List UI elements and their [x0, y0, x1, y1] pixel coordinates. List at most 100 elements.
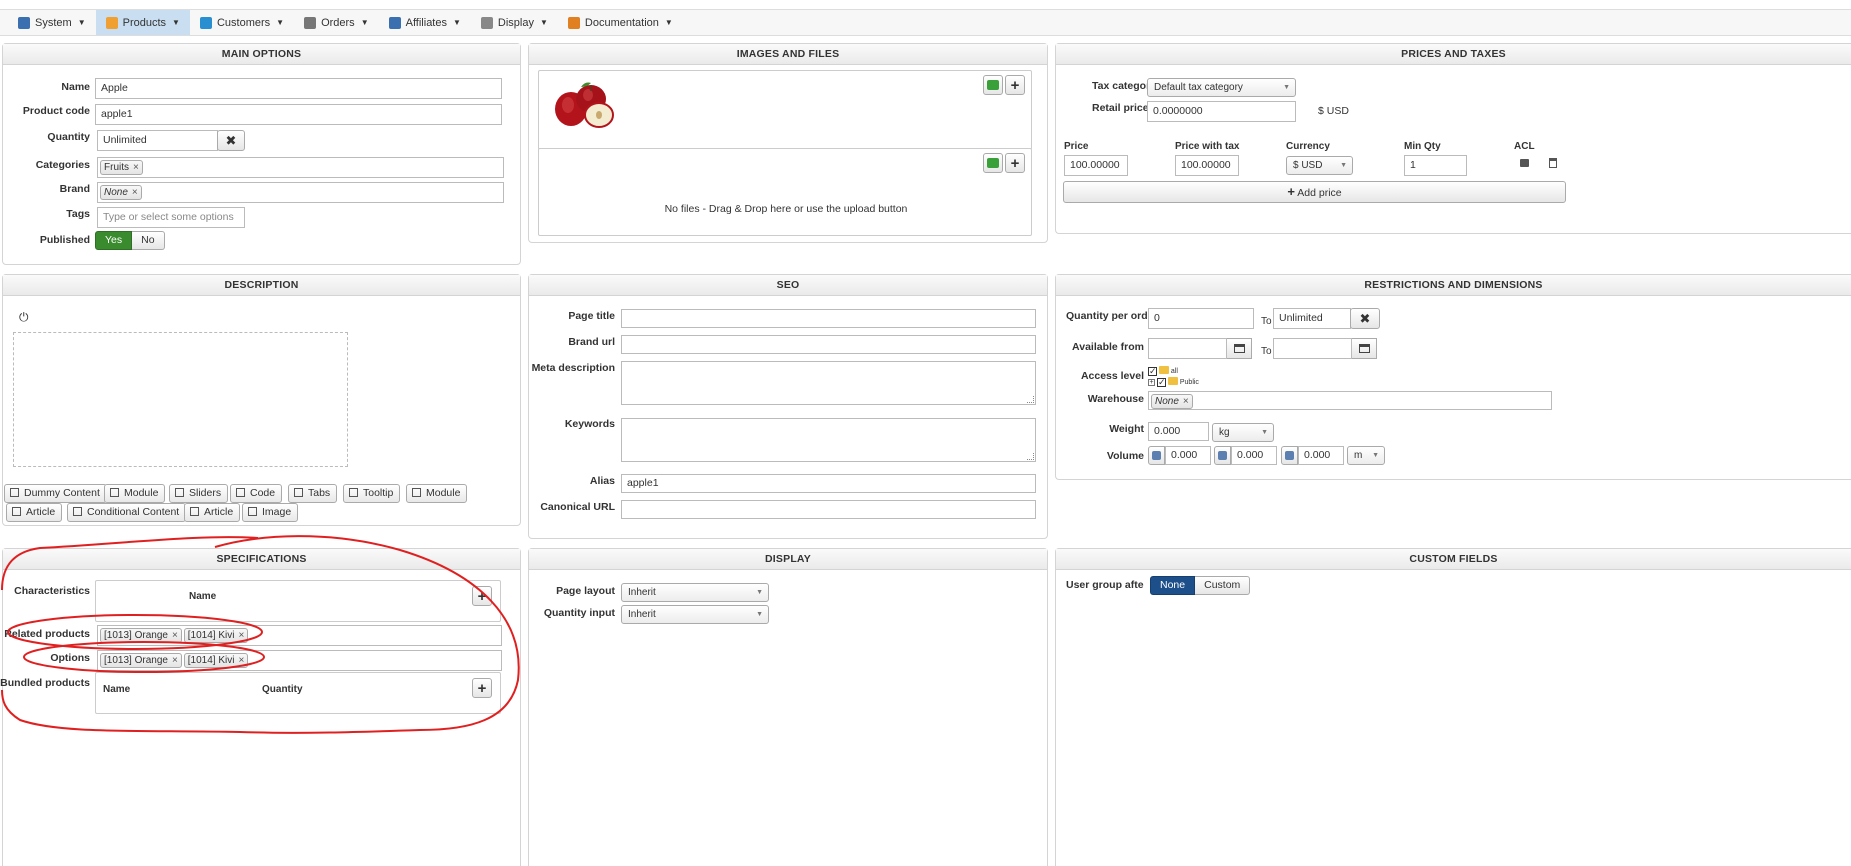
quantity-label: Quantity — [47, 131, 90, 143]
checkbox-public[interactable]: ✓ — [1156, 378, 1166, 387]
quantity-input-select[interactable]: Inherit ▼ — [621, 605, 769, 624]
caret-down-icon: ▼ — [539, 18, 548, 27]
add-price-button[interactable]: + Add price — [1063, 181, 1566, 203]
expand-icon[interactable]: + — [1148, 379, 1155, 386]
weight-unit-select[interactable]: kg ▼ — [1212, 423, 1274, 442]
available-from-input[interactable] — [1148, 338, 1227, 359]
tag-label: None — [1155, 396, 1179, 407]
page-layout-select[interactable]: Inherit ▼ — [621, 583, 769, 602]
keywords-textarea[interactable] — [621, 418, 1036, 462]
editor-tool-button[interactable]: Tooltip — [343, 484, 401, 503]
volume-x-button[interactable] — [1148, 446, 1165, 465]
tax-category-select[interactable]: Default tax category ▼ — [1147, 78, 1296, 97]
caret-down-icon: ▼ — [172, 18, 180, 27]
trash-icon[interactable] — [1549, 158, 1557, 168]
qty-per-order-from-input[interactable]: 0 — [1148, 308, 1254, 329]
user-group-none-button[interactable]: None — [1150, 576, 1196, 595]
volume-y-input[interactable]: 0.000 — [1231, 446, 1277, 465]
custom-fields-title: CUSTOM FIELDS — [1056, 549, 1851, 570]
tool-icon — [236, 488, 245, 497]
quantity-clear-button[interactable]: ✖ — [217, 130, 245, 151]
min-qty-input[interactable]: 1 — [1404, 155, 1467, 176]
tag-chip[interactable]: None × — [1151, 394, 1193, 409]
acl-col-header: ACL — [1514, 141, 1535, 152]
add-file-button[interactable]: + — [1005, 153, 1025, 173]
quantity-input[interactable]: Unlimited — [97, 130, 218, 151]
tag-chip[interactable]: Fruits × — [100, 160, 143, 175]
alias-input[interactable]: apple1 — [621, 474, 1036, 493]
available-to-input[interactable] — [1273, 338, 1352, 359]
retail-price-input[interactable]: 0.0000000 — [1147, 101, 1296, 122]
editor-tool-button[interactable]: Module — [104, 484, 166, 503]
file-dropzone[interactable]: + No files - Drag & Drop here or use the… — [538, 148, 1032, 236]
editor-tool-button[interactable]: Module — [406, 484, 468, 503]
published-toggle: Yes No — [95, 231, 165, 250]
price-tax-input[interactable]: 100.00000 — [1175, 155, 1239, 176]
warehouse-input[interactable]: None × — [1148, 391, 1552, 410]
menu-affiliates[interactable]: Affiliates ▼ — [379, 10, 471, 35]
tool-label: Dummy Content — [24, 487, 100, 499]
display-panel: DISPLAY Page layout Inherit ▼ Quantity in… — [528, 548, 1048, 866]
remove-tag-icon[interactable]: × — [133, 162, 139, 173]
add-image-button[interactable]: + — [1005, 75, 1025, 95]
name-input[interactable]: Apple — [95, 78, 502, 99]
tag-chip[interactable]: None × — [100, 185, 142, 200]
tags-label: Tags — [66, 208, 90, 220]
image-dropzone[interactable]: + — [538, 70, 1032, 150]
retail-price-label: Retail price — [1092, 102, 1149, 114]
checkbox-all[interactable]: ✓ — [1148, 367, 1157, 376]
lock-icon[interactable] — [1520, 159, 1529, 167]
menu-products[interactable]: Products ▼ — [95, 10, 190, 35]
brand-url-input[interactable] — [621, 335, 1036, 354]
tool-label: Sliders — [189, 487, 222, 499]
user-group-custom-button[interactable]: Custom — [1195, 576, 1251, 595]
price-input[interactable]: 100.00000 — [1064, 155, 1128, 176]
price-tax-col-header: Price with tax — [1175, 141, 1240, 152]
access-level-label: Access level — [1080, 370, 1144, 382]
published-no-button[interactable]: No — [132, 231, 165, 250]
volume-x-input[interactable]: 0.000 — [1165, 446, 1211, 465]
tool-label: Image — [262, 506, 292, 518]
power-icon[interactable]: ⏻ — [19, 310, 29, 325]
volume-unit-select[interactable]: m ▼ — [1347, 446, 1385, 465]
menu-system[interactable]: System ▼ — [8, 10, 96, 35]
calendar-to-button[interactable] — [1352, 338, 1377, 359]
editor-tool-button[interactable]: Code — [230, 484, 283, 503]
qty-per-order-to-input[interactable]: Unlimited — [1273, 308, 1351, 329]
product-code-input[interactable]: apple1 — [95, 104, 502, 125]
editor-tool-button[interactable]: Sliders — [169, 484, 229, 503]
brand-label: Brand — [59, 183, 90, 195]
currency-select[interactable]: $ USD ▼ — [1286, 156, 1353, 175]
menu-customers[interactable]: Customers ▼ — [190, 10, 294, 35]
meta-description-textarea[interactable] — [621, 361, 1036, 405]
canonical-url-input[interactable] — [621, 500, 1036, 519]
menu-display[interactable]: Display ▼ — [471, 10, 558, 35]
volume-z-input[interactable]: 0.000 — [1298, 446, 1344, 465]
calendar-from-button[interactable] — [1227, 338, 1252, 359]
editor-area[interactable] — [13, 332, 348, 467]
volume-z-button[interactable] — [1281, 446, 1298, 465]
upload-file-button[interactable] — [983, 153, 1003, 173]
published-yes-button[interactable]: Yes — [95, 231, 133, 250]
categories-input[interactable]: Fruits × — [97, 157, 504, 178]
description-panel: DESCRIPTION ⏻ Dummy Content Module Sliders… — [2, 274, 521, 526]
upload-image-button[interactable] — [983, 75, 1003, 95]
volume-y-button[interactable] — [1214, 446, 1231, 465]
menu-orders[interactable]: Orders ▼ — [294, 10, 379, 35]
main-menu: System ▼ Products ▼ Customers ▼ Orders ▼ Affilia… — [0, 10, 1851, 36]
editor-tool-button[interactable]: Tabs — [288, 484, 338, 503]
seo-panel: SEO Page title Brand url Meta descriptio… — [528, 274, 1048, 539]
page-title-input[interactable] — [621, 309, 1036, 328]
qty-clear-button[interactable]: ✖ — [1350, 308, 1380, 329]
menu-documentation[interactable]: Documentation ▼ — [558, 10, 683, 35]
meta-description-label: Meta description — [531, 362, 615, 374]
tags-input[interactable]: Type or select some options — [97, 207, 245, 228]
tools-icon — [18, 16, 30, 29]
caret-down-icon: ▼ — [276, 18, 285, 27]
brand-input[interactable]: None × — [97, 182, 504, 203]
editor-tool-button[interactable]: Dummy Content — [4, 484, 107, 503]
remove-tag-icon[interactable]: × — [1183, 396, 1189, 407]
chevron-down-icon: ▼ — [1261, 429, 1268, 436]
remove-tag-icon[interactable]: × — [132, 187, 138, 198]
weight-input[interactable]: 0.000 — [1148, 422, 1209, 441]
